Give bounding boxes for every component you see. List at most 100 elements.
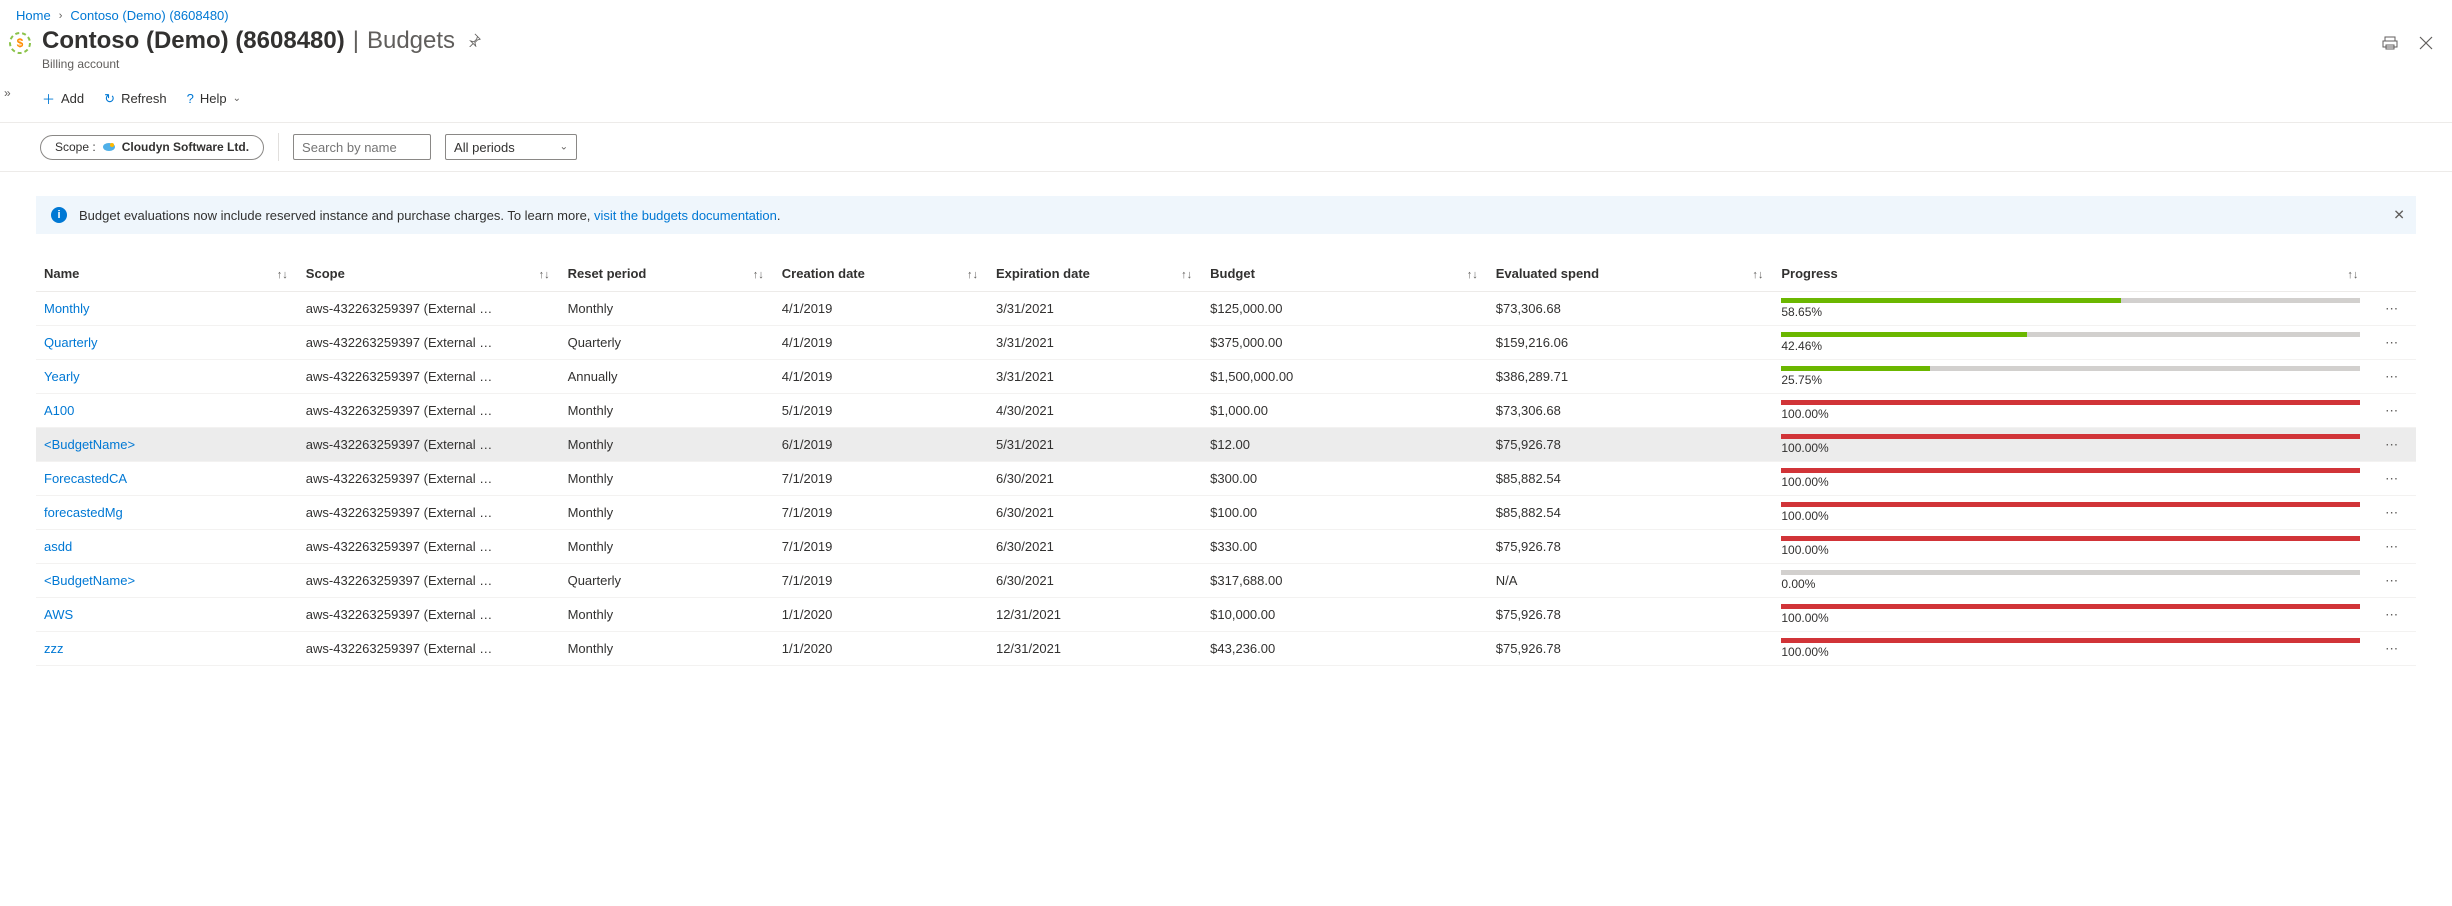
budgets-table: Name↑↓ Scope↑↓ Reset period↑↓ Creation d… — [36, 258, 2416, 666]
col-header-budget[interactable]: Budget↑↓ — [1202, 258, 1488, 292]
breadcrumb-home[interactable]: Home — [16, 8, 51, 23]
cell-expiration-date: 6/30/2021 — [988, 462, 1202, 496]
cell-reset: Monthly — [560, 462, 774, 496]
cell-progress: 25.75% — [1773, 360, 2368, 394]
print-icon[interactable] — [2380, 33, 2400, 53]
col-header-scope[interactable]: Scope↑↓ — [298, 258, 560, 292]
col-header-progress[interactable]: Progress↑↓ — [1773, 258, 2368, 292]
cell-scope: aws-432263259397 (External … — [298, 598, 560, 632]
row-context-menu-button[interactable]: ⋯ — [2368, 428, 2416, 462]
row-context-menu-button[interactable]: ⋯ — [2368, 598, 2416, 632]
table-row[interactable]: Quarterlyaws-432263259397 (External …Qua… — [36, 326, 2416, 360]
search-input[interactable] — [293, 134, 431, 160]
cell-reset: Monthly — [560, 530, 774, 564]
pin-icon[interactable] — [463, 29, 485, 54]
budget-name-link[interactable]: <BudgetName> — [44, 573, 135, 588]
close-icon[interactable] — [2416, 33, 2436, 53]
cell-creation-date: 4/1/2019 — [774, 292, 988, 326]
cell-scope: aws-432263259397 (External … — [298, 632, 560, 666]
row-context-menu-button[interactable]: ⋯ — [2368, 564, 2416, 598]
breadcrumb-current[interactable]: Contoso (Demo) (8608480) — [70, 8, 228, 23]
cell-scope: aws-432263259397 (External … — [298, 326, 560, 360]
table-row[interactable]: AWSaws-432263259397 (External …Monthly1/… — [36, 598, 2416, 632]
help-button[interactable]: ? Help ⌄ — [185, 87, 243, 110]
budget-name-link[interactable]: AWS — [44, 607, 73, 622]
cell-spend: $159,216.06 — [1488, 326, 1774, 360]
budget-name-link[interactable]: Quarterly — [44, 335, 97, 350]
sort-icon: ↑↓ — [753, 269, 764, 281]
cell-progress: 100.00% — [1773, 632, 2368, 666]
divider — [278, 133, 279, 161]
row-context-menu-button[interactable]: ⋯ — [2368, 326, 2416, 360]
cell-budget: $317,688.00 — [1202, 564, 1488, 598]
progress-bar — [1781, 604, 2360, 609]
table-row[interactable]: Yearly aws-432263259397 (External …Annual… — [36, 360, 2416, 394]
filter-bar: Scope : Cloudyn Software Ltd. All period… — [0, 123, 2452, 172]
col-header-name[interactable]: Name↑↓ — [36, 258, 298, 292]
scope-selector[interactable]: Scope : Cloudyn Software Ltd. — [40, 135, 264, 160]
add-button[interactable]: ＋ Add — [40, 85, 86, 112]
dismiss-banner-button[interactable]: ✕ — [2393, 207, 2405, 224]
cell-reset: Annually — [560, 360, 774, 394]
table-row[interactable]: <BudgetName>aws-432263259397 (External …… — [36, 428, 2416, 462]
budget-name-link[interactable]: <BudgetName> — [44, 437, 135, 452]
row-context-menu-button[interactable]: ⋯ — [2368, 360, 2416, 394]
budget-name-link[interactable]: A100 — [44, 403, 74, 418]
cell-progress: 100.00% — [1773, 496, 2368, 530]
col-header-spend[interactable]: Evaluated spend↑↓ — [1488, 258, 1774, 292]
progress-label: 100.00% — [1781, 509, 2360, 523]
row-context-menu-button[interactable]: ⋯ — [2368, 530, 2416, 564]
cell-progress: 42.46% — [1773, 326, 2368, 360]
cell-reset: Monthly — [560, 598, 774, 632]
cell-spend: $75,926.78 — [1488, 632, 1774, 666]
row-context-menu-button[interactable]: ⋯ — [2368, 632, 2416, 666]
table-row[interactable]: <BudgetName>aws-432263259397 (External …… — [36, 564, 2416, 598]
cell-reset: Monthly — [560, 428, 774, 462]
info-text-pre: Budget evaluations now include reserved … — [79, 208, 594, 223]
page-subtitle: Billing account — [42, 57, 485, 71]
progress-label: 100.00% — [1781, 407, 2360, 421]
budget-name-link[interactable]: ForecastedCA — [44, 471, 127, 486]
row-context-menu-button[interactable]: ⋯ — [2368, 292, 2416, 326]
cell-scope: aws-432263259397 (External … — [298, 360, 560, 394]
row-context-menu-button[interactable]: ⋯ — [2368, 496, 2416, 530]
table-row[interactable]: A100aws-432263259397 (External …Monthly5… — [36, 394, 2416, 428]
table-row[interactable]: asddaws-432263259397 (External …Monthly7… — [36, 530, 2416, 564]
progress-label: 100.00% — [1781, 543, 2360, 557]
sort-icon: ↑↓ — [967, 269, 978, 281]
budget-name-link[interactable]: zzz — [44, 641, 64, 656]
progress-bar — [1781, 502, 2360, 507]
budget-name-link[interactable]: Yearly — [44, 369, 80, 384]
cell-progress: 100.00% — [1773, 530, 2368, 564]
col-header-creation[interactable]: Creation date↑↓ — [774, 258, 988, 292]
refresh-icon: ↻ — [104, 91, 115, 107]
budget-name-link[interactable]: forecastedMg — [44, 505, 123, 520]
info-text-post: . — [777, 208, 781, 223]
cell-expiration-date: 3/31/2021 — [988, 360, 1202, 394]
refresh-button[interactable]: ↻ Refresh — [102, 87, 168, 111]
cell-expiration-date: 3/31/2021 — [988, 292, 1202, 326]
plus-icon: ＋ — [42, 89, 55, 108]
period-select[interactable]: All periods ⌄ — [445, 134, 577, 160]
table-row[interactable]: zzzaws-432263259397 (External …Monthly1/… — [36, 632, 2416, 666]
budget-name-link[interactable]: Monthly — [44, 301, 90, 316]
cell-scope: aws-432263259397 (External … — [298, 462, 560, 496]
table-row[interactable]: ForecastedCA aws-432263259397 (External …… — [36, 462, 2416, 496]
table-row[interactable]: Monthlyaws-432263259397 (External …Month… — [36, 292, 2416, 326]
expand-chevron-icon[interactable]: » — [4, 86, 11, 100]
cell-expiration-date: 6/30/2021 — [988, 530, 1202, 564]
budget-name-link[interactable]: asdd — [44, 539, 72, 554]
col-header-reset[interactable]: Reset period↑↓ — [560, 258, 774, 292]
row-context-menu-button[interactable]: ⋯ — [2368, 462, 2416, 496]
sort-icon: ↑↓ — [2347, 269, 2358, 281]
cloud-icon — [102, 140, 116, 155]
table-row[interactable]: forecastedMgaws-432263259397 (External …… — [36, 496, 2416, 530]
page-title-sep: | — [353, 27, 359, 55]
scope-value: Cloudyn Software Ltd. — [122, 140, 249, 154]
cell-budget: $375,000.00 — [1202, 326, 1488, 360]
cell-spend: $73,306.68 — [1488, 292, 1774, 326]
col-header-expiration[interactable]: Expiration date↑↓ — [988, 258, 1202, 292]
progress-label: 58.65% — [1781, 305, 2360, 319]
row-context-menu-button[interactable]: ⋯ — [2368, 394, 2416, 428]
info-link[interactable]: visit the budgets documentation — [594, 208, 777, 223]
